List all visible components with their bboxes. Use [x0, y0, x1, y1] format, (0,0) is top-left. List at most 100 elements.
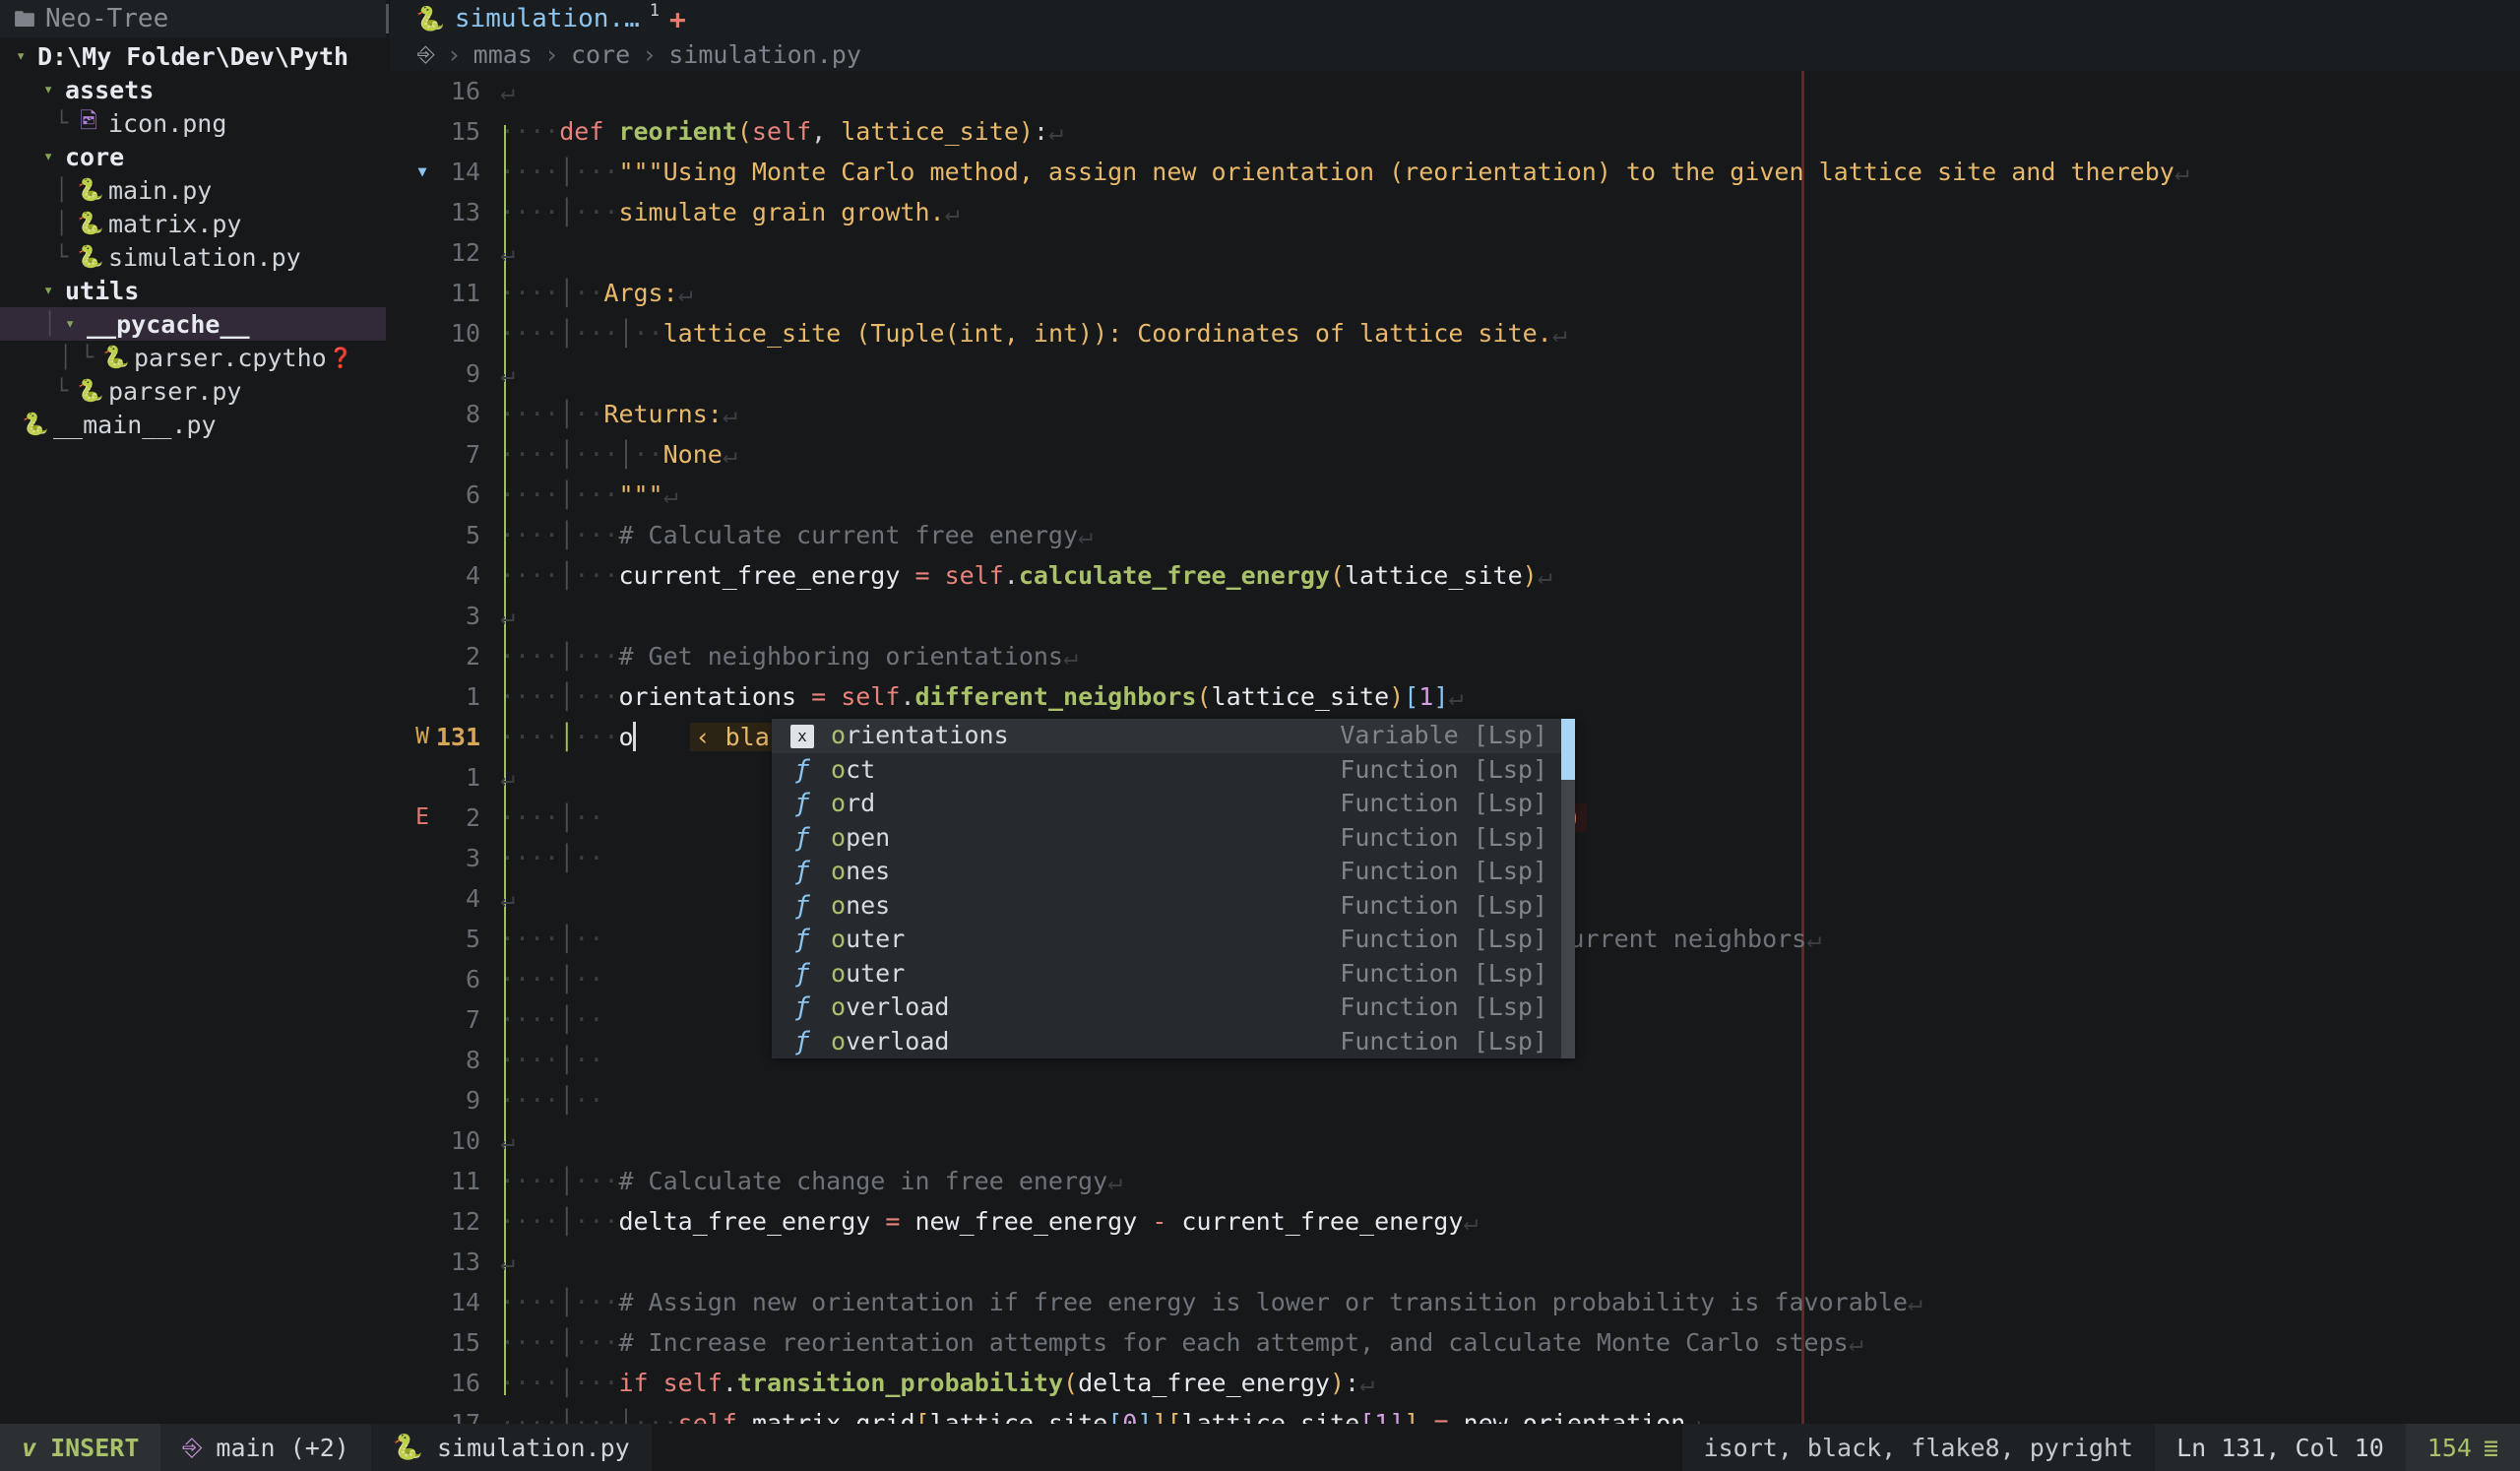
code-line: 2 ····│···# Get neighboring orientations… [390, 636, 2520, 676]
code-line: 6 ····│···"""↵ [390, 475, 2520, 515]
sidebar-item-label: matrix.py [108, 209, 242, 238]
breadcrumb-item-core[interactable]: core [571, 40, 630, 69]
function-icon: ƒ [794, 890, 810, 921]
chevron-down-icon[interactable]: ▾ [43, 80, 65, 99]
neotree-title-label: Neo-Tree [45, 4, 169, 33]
top-row: 🖿 Neo-Tree 🐍 simulation.… 1 + [0, 0, 2520, 37]
chevron-down-icon[interactable]: ▾ [43, 281, 65, 300]
sidebar-item-label: assets [65, 75, 155, 104]
code-line: 16 ····│···if self.transition_probabilit… [390, 1363, 2520, 1403]
status-mode-label: INSERT [50, 1433, 140, 1462]
completion-item-kind: Function [Lsp] [1340, 992, 1547, 1021]
editor-pane[interactable]: ⎆ › mmas › core › simulation.py 16 ↵ 15 … [390, 37, 2520, 1424]
line-content: ····│···# Calculate current free energy↵ [500, 521, 1094, 549]
sidebar-item-simulation-py[interactable]: └ 🐍 simulation.py [0, 240, 386, 274]
completion-item[interactable]: ƒ ord Function [Lsp] [772, 787, 1575, 821]
completion-item-label: ord [831, 789, 876, 817]
new-tab-button[interactable]: + [669, 3, 686, 35]
line-content: ····│···"""Using Monte Carlo method, ass… [500, 158, 2189, 186]
main-body: ▾ D:\My Folder\Dev\Pyth ▾ assets └ 🖻 ico… [0, 37, 2520, 1424]
tab-simulation-py[interactable]: 🐍 simulation.… 1 + [415, 1, 686, 35]
line-number: 1 [465, 763, 480, 792]
line-number: 13 [450, 1247, 480, 1276]
line-content: ↵ [500, 1247, 516, 1276]
sidebar-item-matrix-py[interactable]: │ 🐍 matrix.py [0, 207, 386, 240]
line-number: 10 [450, 319, 480, 348]
line-content: ····│···# Increase reorientation attempt… [500, 1328, 1863, 1357]
completion-item-label: overload [831, 1026, 950, 1055]
status-file: 🐍 simulation.py [370, 1424, 652, 1471]
breadcrumb-item-file[interactable]: simulation.py [668, 40, 861, 69]
sidebar-item-label: icon.png [108, 108, 227, 138]
breadcrumb-item-mmas[interactable]: mmas [473, 40, 533, 69]
line-content: ····def reorient(self, lattice_site):↵ [500, 117, 1064, 146]
tree-guide: │ [55, 177, 69, 203]
python-icon: 🐍 [77, 177, 104, 203]
completion-item[interactable]: ƒ overload Function [Lsp] [772, 1025, 1575, 1059]
chevron-down-icon[interactable]: ▾ [65, 314, 87, 334]
completion-popup[interactable]: x orientations Variable [Lsp] ƒ oct Func… [772, 719, 1575, 1058]
python-icon: 🐍 [22, 412, 49, 437]
completion-item[interactable]: x orientations Variable [Lsp] [772, 719, 1575, 753]
completion-item[interactable]: ƒ ones Function [Lsp] [772, 889, 1575, 924]
sidebar-item-pycache[interactable]: │ ▾ __pycache__ [0, 307, 386, 341]
code-line: 1 ····│···orientations = self.different_… [390, 676, 2520, 717]
status-linters[interactable]: isort, black, flake8, pyright [1681, 1424, 2156, 1471]
line-content: ↵ [500, 238, 516, 267]
line-number: 14 [450, 1288, 480, 1316]
sidebar-item-assets[interactable]: ▾ assets [0, 73, 386, 106]
completion-item[interactable]: ƒ outer Function [Lsp] [772, 957, 1575, 991]
fold-marker[interactable]: ▾ [390, 152, 429, 192]
function-icon: ƒ [794, 925, 810, 954]
code-area[interactable]: 16 ↵ 15 ····def reorient(self, lattice_s… [390, 71, 2520, 1424]
line-content: ↵ [500, 1126, 516, 1155]
status-progress-value: 154 [2426, 1433, 2472, 1462]
neotree-sidebar[interactable]: ▾ D:\My Folder\Dev\Pyth ▾ assets └ 🖻 ico… [0, 37, 386, 1424]
sidebar-item-label: utils [65, 276, 140, 305]
line-content: ↵ [500, 602, 516, 630]
sidebar-item-label: simulation.py [108, 242, 301, 272]
completion-item-kind: Function [Lsp] [1340, 1026, 1547, 1055]
completion-item[interactable]: ƒ outer Function [Lsp] [772, 923, 1575, 957]
code-line: 8 ····│··Returns:↵ [390, 394, 2520, 434]
sidebar-item-main-py[interactable]: │ 🐍 main.py [0, 173, 386, 207]
code-line: 13 ↵ [390, 1242, 2520, 1282]
code-line: 12 ····│···delta_free_energy = new_free_… [390, 1201, 2520, 1242]
completion-item[interactable]: ƒ open Function [Lsp] [772, 821, 1575, 856]
completion-item-kind: Function [Lsp] [1340, 789, 1547, 817]
python-icon: 🐍 [77, 378, 104, 404]
tree-guide: └ [55, 244, 69, 270]
vim-icon: v [22, 1433, 37, 1462]
status-git[interactable]: ⎆ main (+2) [160, 1424, 371, 1471]
chevron-down-icon[interactable]: ▾ [16, 46, 37, 66]
code-line: 17 ····│···│···self.matrix.grid[lattice_… [390, 1403, 2520, 1424]
completion-item[interactable]: ƒ oct Function [Lsp] [772, 753, 1575, 788]
sidebar-item-root[interactable]: ▾ D:\My Folder\Dev\Pyth [0, 39, 386, 73]
completion-item-kind: Function [Lsp] [1340, 890, 1547, 920]
sidebar-item-parser-cpython[interactable]: │ └ 🐍 parser.cpytho ❓ [0, 341, 386, 374]
code-line: 9 ····│·· [390, 1080, 2520, 1120]
lines-icon: ≣ [2483, 1433, 2498, 1462]
git-branch-icon: ⎆ [182, 1433, 203, 1461]
completion-item[interactable]: ƒ overload Function [Lsp] [772, 991, 1575, 1025]
completion-scrollbar-thumb[interactable] [1561, 719, 1575, 780]
completion-item[interactable]: ƒ ones Function [Lsp] [772, 855, 1575, 889]
variable-icon: x [786, 719, 819, 753]
function-icon: ƒ [794, 822, 810, 853]
line-number: 4 [465, 561, 480, 590]
line-content: ····│··Returns:↵ [500, 400, 737, 428]
sidebar-item-parser-py[interactable]: └ 🐍 parser.py [0, 374, 386, 408]
sidebar-item-core[interactable]: ▾ core [0, 140, 386, 173]
sidebar-item-icon-png[interactable]: └ 🖻 icon.png [0, 106, 386, 140]
tab-label: simulation.… [454, 4, 640, 33]
line-number: 3 [465, 602, 480, 630]
function-icon: ƒ [794, 754, 810, 785]
sidebar-item-main-dunder-py[interactable]: 🐍 __main__.py [0, 408, 386, 441]
code-line: 16 ↵ [390, 71, 2520, 111]
code-line: 11 ····│··Args:↵ [390, 273, 2520, 313]
chevron-down-icon[interactable]: ▾ [43, 147, 65, 166]
completion-item-label: outer [831, 958, 906, 988]
tree-guide: └ [55, 110, 69, 136]
line-number: 2 [465, 642, 480, 671]
sidebar-item-utils[interactable]: ▾ utils [0, 274, 386, 307]
